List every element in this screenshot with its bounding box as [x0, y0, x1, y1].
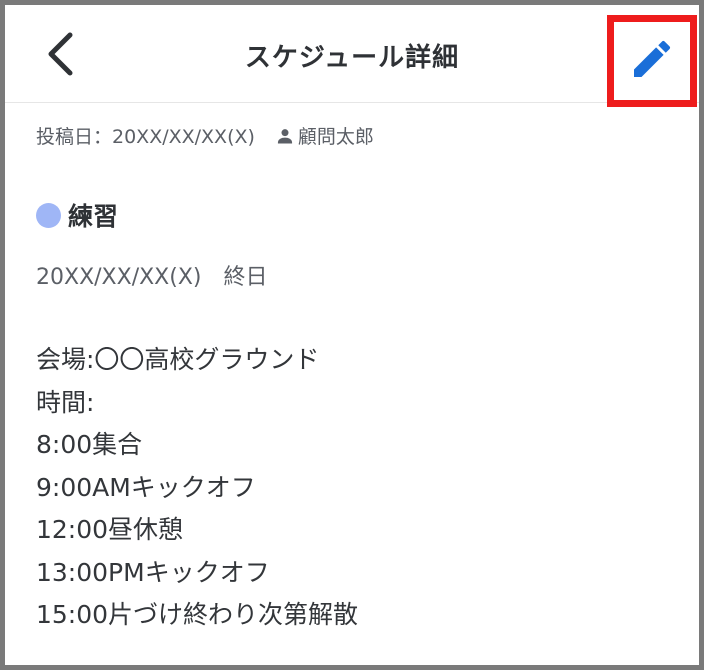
detail-line: 8:00集合: [36, 430, 143, 459]
person-icon: [275, 126, 295, 146]
event-details: 会場:〇〇高校グラウンド 時間: 8:00集合 9:00AMキックオフ 12:0…: [36, 339, 358, 637]
chevron-left-icon: [45, 31, 75, 81]
event-header: 練習: [36, 197, 118, 233]
event-date: 20XX/XX/XX(X): [36, 265, 202, 290]
detail-line: 9:00AMキックオフ: [36, 472, 256, 502]
detail-line: 12:00昼休憩: [36, 515, 184, 544]
post-meta: 投稿日：20XX/XX/XX(X) 顧問太郎: [36, 122, 374, 149]
author-name: 顧問太郎: [297, 126, 374, 148]
header: スケジュール詳細: [5, 5, 699, 107]
schedule-detail-screen: スケジュール詳細 投稿日：20XX/XX/XX(X) 顧問太郎 練習 20XX/…: [0, 0, 704, 670]
detail-line: 時間:: [36, 387, 95, 417]
event-date-row: 20XX/XX/XX(X) 終日: [36, 259, 268, 291]
event-title: 練習: [68, 202, 119, 231]
all-day-label: 終日: [223, 265, 268, 290]
pencil-icon: [628, 35, 676, 87]
detail-line: 会場:〇〇高校グラウンド: [36, 345, 320, 374]
page-title: スケジュール詳細: [244, 42, 460, 73]
posted-date: 投稿日：20XX/XX/XX(X): [36, 126, 255, 148]
event-color-dot: [36, 202, 61, 228]
detail-line: 13:00PMキックオフ: [36, 557, 270, 587]
detail-line: 15:00片づけ終わり次第解散: [36, 600, 359, 629]
edit-button[interactable]: [607, 15, 697, 107]
back-button[interactable]: [35, 27, 85, 85]
